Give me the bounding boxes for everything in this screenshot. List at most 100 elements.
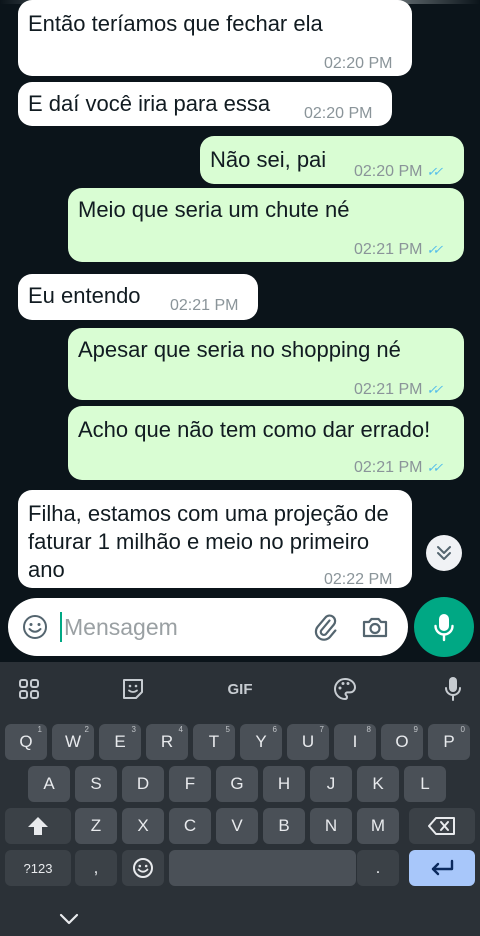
- key-hint: 7: [319, 725, 324, 734]
- key-label: W: [64, 732, 82, 751]
- key-i[interactable]: I8: [334, 724, 376, 760]
- keyboard-toolbar-sticker[interactable]: [118, 674, 148, 704]
- key-d[interactable]: D: [122, 766, 164, 802]
- message-incoming[interactable]: E daí você iria para essa 02:20 PM: [18, 82, 392, 126]
- double-check-icon: ✓✓: [426, 382, 443, 397]
- message-time: 02:20 PM ✓✓: [354, 158, 443, 186]
- voice-message-button[interactable]: [414, 597, 474, 657]
- key-m[interactable]: M: [357, 808, 399, 844]
- keyboard-toolbar-voice[interactable]: [438, 674, 468, 704]
- key-label: M: [370, 816, 386, 835]
- key-hint: 1: [37, 725, 42, 734]
- enter-arrow-icon: [431, 859, 454, 876]
- key-p[interactable]: P0: [428, 724, 470, 760]
- chat-screen: Então teríamos que fechar ela 02:20 PM E…: [0, 0, 480, 936]
- double-check-icon: ✓✓: [426, 460, 443, 475]
- key-label: H: [277, 774, 291, 793]
- message-incoming[interactable]: Filha, estamos com uma projeção de fatur…: [18, 490, 412, 588]
- key-label: Z: [90, 816, 102, 835]
- message-text: Então teríamos que fechar ela: [28, 11, 323, 36]
- message-incoming[interactable]: Eu entendo 02:21 PM: [18, 274, 258, 320]
- key-e[interactable]: E3: [99, 724, 141, 760]
- smiley-icon[interactable]: [22, 614, 48, 645]
- key-label: E: [114, 732, 126, 751]
- paperclip-icon[interactable]: [310, 612, 340, 647]
- key-h[interactable]: H: [263, 766, 305, 802]
- key-x[interactable]: X: [122, 808, 164, 844]
- keyboard-toolbar-theme[interactable]: [330, 674, 360, 704]
- symbols-key[interactable]: ?123: [5, 850, 71, 886]
- key-c[interactable]: C: [169, 808, 211, 844]
- key-l[interactable]: L: [404, 766, 446, 802]
- key-z[interactable]: Z: [75, 808, 117, 844]
- message-time: 02:21 PM ✓✓: [354, 454, 443, 482]
- key-k[interactable]: K: [357, 766, 399, 802]
- gif-label: GIF: [227, 680, 253, 698]
- key-hint: 6: [272, 725, 277, 734]
- hide-keyboard-button[interactable]: [58, 912, 80, 931]
- key-label: B: [278, 816, 290, 835]
- key-hint: 5: [225, 725, 230, 734]
- message-outgoing[interactable]: Apesar que seria no shopping né 02:21 PM…: [68, 328, 464, 400]
- message-composer: [8, 598, 408, 656]
- scroll-down-button[interactable]: [426, 535, 462, 571]
- microphone-icon: [445, 677, 461, 701]
- smiley-icon: [133, 858, 153, 878]
- key-label: U: [301, 732, 315, 751]
- message-outgoing[interactable]: Acho que não tem como dar errado! 02:21 …: [68, 406, 464, 480]
- message-incoming[interactable]: Então teríamos que fechar ela 02:20 PM: [18, 0, 412, 76]
- key-label: T: [208, 732, 220, 751]
- message-outgoing[interactable]: Não sei, pai 02:20 PM ✓✓: [200, 136, 464, 184]
- message-input[interactable]: [64, 610, 304, 644]
- key-label: .: [375, 858, 381, 877]
- message-outgoing[interactable]: Meio que seria um chute né 02:21 PM ✓✓: [68, 188, 464, 262]
- key-label: S: [90, 774, 102, 793]
- space-key[interactable]: [169, 850, 356, 886]
- key-label: A: [43, 774, 55, 793]
- message-time: 02:20 PM: [304, 105, 373, 122]
- key-s[interactable]: S: [75, 766, 117, 802]
- on-screen-keyboard: GIF Q1 W2 E3 R4 T5 Y6 U7 I8 O9 P0 A S D …: [0, 662, 480, 936]
- key-label: P: [443, 732, 455, 751]
- palette-icon: [334, 677, 357, 701]
- message-text: Não sei, pai: [210, 147, 327, 172]
- backspace-icon: [428, 817, 455, 835]
- message-time: 02:21 PM: [170, 297, 239, 314]
- key-g[interactable]: G: [216, 766, 258, 802]
- key-o[interactable]: O9: [381, 724, 423, 760]
- backspace-key[interactable]: [409, 808, 475, 844]
- camera-icon[interactable]: [360, 612, 390, 647]
- key-j[interactable]: J: [310, 766, 352, 802]
- key-hint: 2: [84, 725, 89, 734]
- keyboard-toolbar-gif[interactable]: GIF: [220, 674, 260, 704]
- keyboard-toolbar-apps[interactable]: [14, 674, 44, 704]
- key-label: X: [137, 816, 149, 835]
- key-b[interactable]: B: [263, 808, 305, 844]
- key-hint: 4: [178, 725, 183, 734]
- key-u[interactable]: U7: [287, 724, 329, 760]
- key-label: V: [231, 816, 243, 835]
- key-y[interactable]: Y6: [240, 724, 282, 760]
- key-label: O: [395, 732, 409, 751]
- message-text: Apesar que seria no shopping né: [78, 337, 401, 362]
- key-n[interactable]: N: [310, 808, 352, 844]
- key-label: ,: [93, 858, 99, 877]
- key-a[interactable]: A: [28, 766, 70, 802]
- enter-key[interactable]: [409, 850, 475, 886]
- key-w[interactable]: W2: [52, 724, 94, 760]
- shift-icon: [28, 817, 48, 835]
- comma-key[interactable]: ,: [75, 850, 117, 886]
- message-text: Acho que não tem como dar errado!: [78, 417, 431, 442]
- key-t[interactable]: T5: [193, 724, 235, 760]
- key-r[interactable]: R4: [146, 724, 188, 760]
- key-f[interactable]: F: [169, 766, 211, 802]
- key-hint: 9: [413, 725, 418, 734]
- period-key[interactable]: .: [357, 850, 399, 886]
- key-q[interactable]: Q1: [5, 724, 47, 760]
- shift-key[interactable]: [5, 808, 71, 844]
- key-v[interactable]: V: [216, 808, 258, 844]
- key-label: K: [372, 774, 384, 793]
- emoji-key[interactable]: [122, 850, 164, 886]
- key-hint: 8: [366, 725, 371, 734]
- double-chevron-down-icon: [437, 546, 451, 560]
